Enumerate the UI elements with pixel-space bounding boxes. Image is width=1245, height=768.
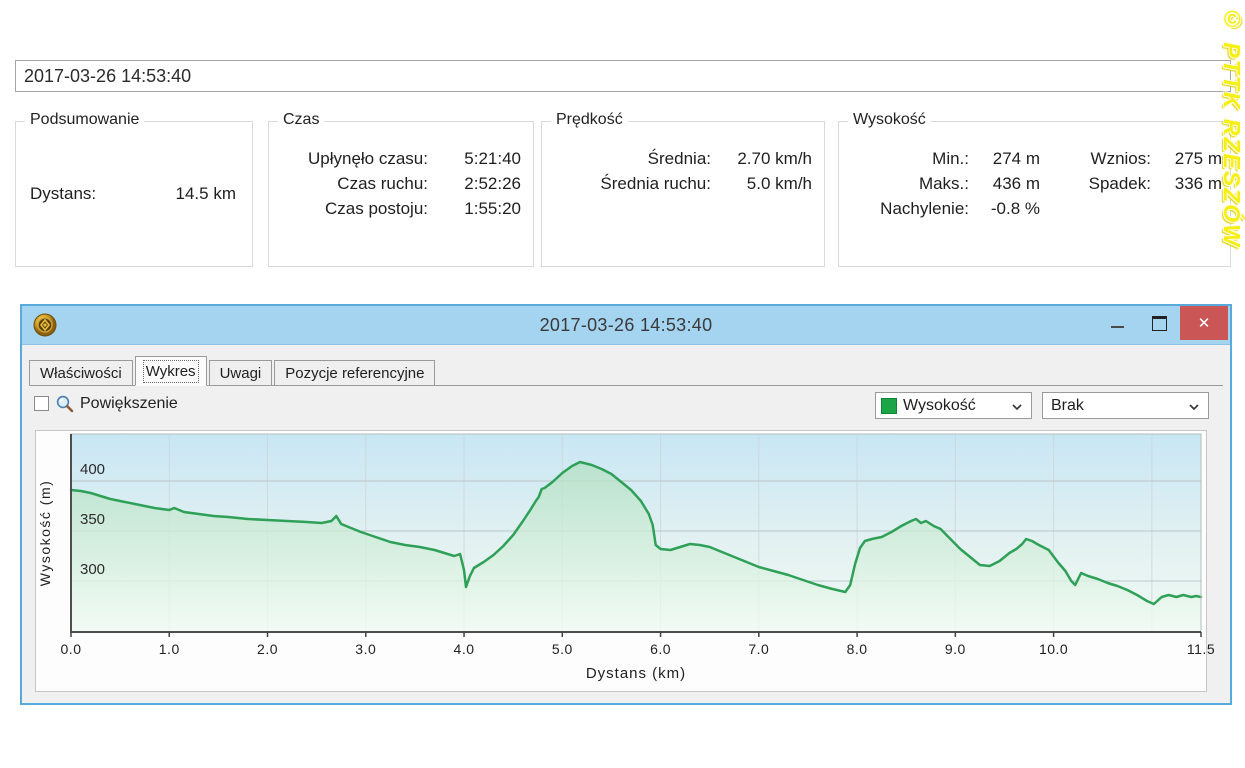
maximize-icon: [1152, 316, 1167, 331]
time-row: Czas ruchu: 2:52:26: [277, 171, 521, 196]
elevation-col2: Wznios: 275 m Spadek: 336 m: [1040, 146, 1222, 221]
svg-text:6.0: 6.0: [650, 641, 671, 657]
elevation-value: 336 m: [1160, 171, 1222, 196]
svg-text:11.5: 11.5: [1187, 641, 1215, 657]
window-controls: ✕: [1096, 306, 1228, 340]
elevation-chart-panel: 400 350 300 0.0 1.0 2.0 3.0 4.0 5.0 6.0 7.0 8.0 9.0 1…: [35, 430, 1207, 692]
tab-label: Uwagi: [220, 365, 262, 382]
summary-distance-row: Dystans: 14.5 km: [30, 184, 236, 204]
svg-text:Dystans (km): Dystans (km): [586, 665, 686, 682]
time-row: Upłynęło czasu: 5:21:40: [277, 146, 521, 171]
svg-text:Wysokość (m): Wysokość (m): [37, 480, 53, 587]
svg-text:0.0: 0.0: [61, 641, 82, 657]
elevation-col1: Min.: 274 m Maks.: 436 m Nachylenie: -0.8 %: [845, 146, 1040, 221]
tabstrip: Właściwości Wykres Uwagi Pozycje referencyj…: [29, 355, 1223, 386]
track-title-field[interactable]: [15, 60, 1231, 92]
svg-text:8.0: 8.0: [847, 641, 868, 657]
svg-text:300: 300: [80, 561, 105, 578]
svg-text:10.0: 10.0: [1039, 641, 1068, 657]
series-select-value: Wysokość: [903, 397, 1008, 415]
series-select[interactable]: Wysokość: [875, 392, 1032, 419]
close-button[interactable]: ✕: [1180, 306, 1228, 340]
time-label: Czas ruchu:: [277, 171, 428, 196]
elevation-value: -0.8 %: [978, 196, 1040, 221]
elevation-label: Min.:: [845, 146, 969, 171]
time-value: 1:55:20: [437, 196, 521, 221]
groupbox-elevation: Wysokość Min.:274 mMaks.:436 mNachylenie…: [838, 121, 1231, 267]
tab-uwagi[interactable]: Uwagi: [209, 360, 273, 385]
time-value: 2:52:26: [437, 171, 521, 196]
zoom-checkbox[interactable]: [34, 396, 49, 411]
watermark-text: © PTTK RZESZÓW: [1218, 6, 1245, 298]
svg-text:2.0: 2.0: [257, 641, 278, 657]
window-titlebar: 2017-03-26 14:53:40 ✕: [22, 306, 1230, 345]
svg-text:4.0: 4.0: [454, 641, 475, 657]
svg-text:7.0: 7.0: [748, 641, 769, 657]
zoom-toggle-group: Powiększenie: [34, 394, 178, 413]
time-value: 5:21:40: [437, 146, 521, 171]
secondary-select[interactable]: Brak: [1042, 392, 1209, 419]
distance-value: 14.5 km: [176, 184, 236, 204]
elevation-row: Min.: 274 m: [845, 146, 1040, 171]
elevation-row: Wznios: 275 m: [1040, 146, 1222, 171]
speed-label: Średnia ruchu:: [550, 171, 711, 196]
svg-text:3.0: 3.0: [355, 641, 376, 657]
maximize-button[interactable]: [1138, 306, 1180, 340]
elevation-label: Nachylenie:: [845, 196, 969, 221]
app-medal-icon[interactable]: [33, 313, 57, 337]
window-title: 2017-03-26 14:53:40: [22, 315, 1230, 336]
time-rows: Upłynęło czasu: 5:21:40 Czas ruchu: 2:52:26…: [277, 146, 521, 221]
elevation-columns: Min.: 274 m Maks.: 436 m Nachylenie: -0.8 % W…: [845, 146, 1222, 221]
elevation-label: Wznios:: [1040, 146, 1151, 171]
magnifier-icon: [55, 394, 74, 413]
svg-text:5.0: 5.0: [552, 641, 573, 657]
speed-value: 5.0 km/h: [720, 171, 812, 196]
svg-text:1.0: 1.0: [159, 641, 180, 657]
speed-row: Średnia ruchu: 5.0 km/h: [550, 171, 812, 196]
speed-rows: Średnia: 2.70 km/h Średnia ruchu: 5.0 km/h: [550, 146, 812, 196]
time-row: Czas postoju: 1:55:20: [277, 196, 521, 221]
tab-wykres[interactable]: Wykres: [135, 356, 207, 386]
groupbox-time: Czas Upłynęło czasu:5:21:40Czas ruchu:2:…: [268, 121, 534, 267]
groupbox-elevation-title: Wysokość: [848, 111, 931, 129]
elevation-value: 436 m: [978, 171, 1040, 196]
groupbox-summary-title: Podsumowanie: [25, 111, 144, 129]
tab-label: Właściwości: [40, 365, 122, 382]
speed-value: 2.70 km/h: [720, 146, 812, 171]
elevation-row: Nachylenie: -0.8 %: [845, 196, 1040, 221]
svg-text:9.0: 9.0: [945, 641, 966, 657]
minimize-icon: [1111, 326, 1124, 328]
minimize-button[interactable]: [1096, 306, 1138, 340]
speed-row: Średnia: 2.70 km/h: [550, 146, 812, 171]
elevation-row: Spadek: 336 m: [1040, 171, 1222, 196]
secondary-select-value: Brak: [1051, 397, 1185, 415]
speed-label: Średnia:: [550, 146, 711, 171]
groupbox-summary: Podsumowanie Dystans: 14.5 km: [15, 121, 253, 267]
time-label: Czas postoju:: [277, 196, 428, 221]
svg-text:400: 400: [80, 461, 105, 478]
tab-label: Wykres: [146, 363, 196, 380]
distance-label: Dystans:: [30, 184, 96, 204]
elevation-row: Maks.: 436 m: [845, 171, 1040, 196]
chevron-down-icon: [1012, 404, 1022, 410]
elevation-label: Maks.:: [845, 171, 969, 196]
chevron-down-icon: [1189, 404, 1199, 410]
tab-label: Pozycje referencyjne: [285, 365, 424, 382]
series-color-swatch: [881, 398, 897, 414]
zoom-checkbox-label: Powiększenie: [80, 395, 178, 413]
track-window: 2017-03-26 14:53:40 ✕ Właściwości Wykres U…: [20, 304, 1232, 705]
elevation-chart: 400 350 300 0.0 1.0 2.0 3.0 4.0 5.0 6.0 7.0 8.0 9.0 1…: [36, 431, 1206, 691]
elevation-label: Spadek:: [1040, 171, 1151, 196]
groupbox-time-title: Czas: [278, 111, 324, 129]
tab-właściwości[interactable]: Właściwości: [29, 360, 133, 385]
groupbox-speed-title: Prędkość: [551, 111, 628, 129]
elevation-value: 275 m: [1160, 146, 1222, 171]
groupbox-speed: Prędkość Średnia:2.70 km/hŚrednia ruchu:…: [541, 121, 825, 267]
elevation-value: 274 m: [978, 146, 1040, 171]
tab-pozycje-referencyjne[interactable]: Pozycje referencyjne: [274, 360, 435, 385]
time-label: Upłynęło czasu:: [277, 146, 428, 171]
svg-text:350: 350: [80, 511, 105, 528]
